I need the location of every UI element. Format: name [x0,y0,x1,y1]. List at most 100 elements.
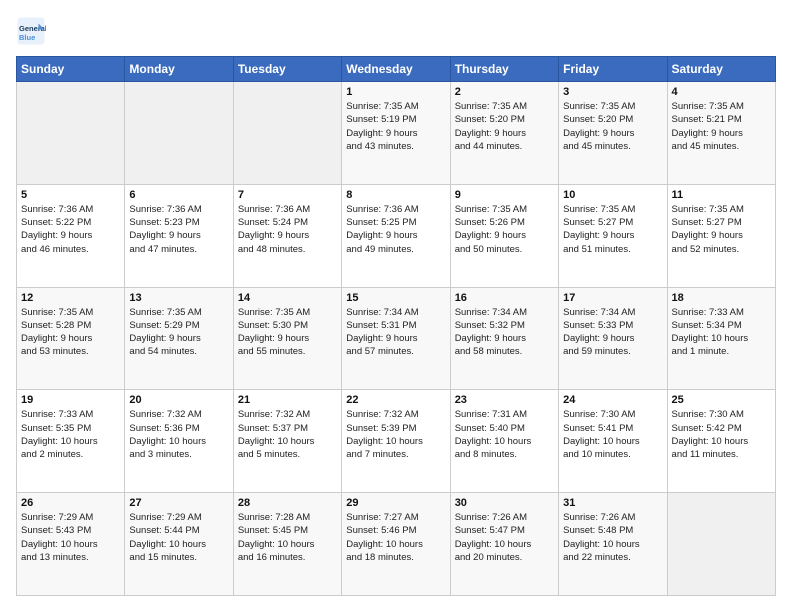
cell-content: Sunrise: 7:35 AM Sunset: 5:20 PM Dayligh… [563,100,662,153]
calendar-cell: 27 Sunrise: 7:29 AM Sunset: 5:44 PM Dayli… [125,493,233,596]
cell-date: 6 [129,189,228,201]
cell-content: Sunrise: 7:29 AM Sunset: 5:44 PM Dayligh… [129,511,228,564]
page: General Blue SundayMondayTuesdayWednesda… [0,0,792,612]
cell-date: 28 [238,497,337,509]
week-row-3: 19 Sunrise: 7:33 AM Sunset: 5:35 PM Dayli… [17,390,776,493]
calendar-cell: 19 Sunrise: 7:33 AM Sunset: 5:35 PM Dayli… [17,390,125,493]
cell-content: Sunrise: 7:35 AM Sunset: 5:26 PM Dayligh… [455,203,554,256]
cell-date: 14 [238,292,337,304]
svg-text:Blue: Blue [19,33,35,42]
cell-date: 30 [455,497,554,509]
calendar-cell: 3 Sunrise: 7:35 AM Sunset: 5:20 PM Daylig… [559,82,667,185]
calendar-header-row: SundayMondayTuesdayWednesdayThursdayFrid… [17,57,776,82]
cell-content: Sunrise: 7:34 AM Sunset: 5:32 PM Dayligh… [455,306,554,359]
cell-date: 27 [129,497,228,509]
cell-date: 22 [346,394,445,406]
cell-date: 18 [672,292,771,304]
cell-date: 8 [346,189,445,201]
cell-date: 13 [129,292,228,304]
cell-content: Sunrise: 7:30 AM Sunset: 5:41 PM Dayligh… [563,408,662,461]
cell-content: Sunrise: 7:30 AM Sunset: 5:42 PM Dayligh… [672,408,771,461]
cell-content: Sunrise: 7:36 AM Sunset: 5:24 PM Dayligh… [238,203,337,256]
cell-date: 19 [21,394,120,406]
calendar-cell: 7 Sunrise: 7:36 AM Sunset: 5:24 PM Daylig… [233,184,341,287]
cell-date: 4 [672,86,771,98]
cell-content: Sunrise: 7:35 AM Sunset: 5:30 PM Dayligh… [238,306,337,359]
day-header-thursday: Thursday [450,57,558,82]
cell-content: Sunrise: 7:28 AM Sunset: 5:45 PM Dayligh… [238,511,337,564]
calendar-cell: 28 Sunrise: 7:28 AM Sunset: 5:45 PM Dayli… [233,493,341,596]
cell-date: 21 [238,394,337,406]
day-header-tuesday: Tuesday [233,57,341,82]
day-header-monday: Monday [125,57,233,82]
cell-date: 7 [238,189,337,201]
cell-content: Sunrise: 7:33 AM Sunset: 5:35 PM Dayligh… [21,408,120,461]
cell-date: 3 [563,86,662,98]
cell-date: 20 [129,394,228,406]
calendar-cell: 21 Sunrise: 7:32 AM Sunset: 5:37 PM Dayli… [233,390,341,493]
day-header-sunday: Sunday [17,57,125,82]
cell-content: Sunrise: 7:36 AM Sunset: 5:25 PM Dayligh… [346,203,445,256]
cell-content: Sunrise: 7:26 AM Sunset: 5:47 PM Dayligh… [455,511,554,564]
cell-content: Sunrise: 7:26 AM Sunset: 5:48 PM Dayligh… [563,511,662,564]
logo-icon: General Blue [16,16,46,46]
cell-date: 25 [672,394,771,406]
week-row-1: 5 Sunrise: 7:36 AM Sunset: 5:22 PM Daylig… [17,184,776,287]
cell-content: Sunrise: 7:35 AM Sunset: 5:27 PM Dayligh… [672,203,771,256]
calendar-cell: 24 Sunrise: 7:30 AM Sunset: 5:41 PM Dayli… [559,390,667,493]
calendar-cell: 17Sunrise: 7:34 AM Sunset: 5:33 PM Dayli… [559,287,667,390]
cell-date: 16 [455,292,554,304]
day-header-wednesday: Wednesday [342,57,450,82]
day-header-saturday: Saturday [667,57,775,82]
calendar-cell: 29 Sunrise: 7:27 AM Sunset: 5:46 PM Dayli… [342,493,450,596]
cell-date: 2 [455,86,554,98]
calendar-cell: 9 Sunrise: 7:35 AM Sunset: 5:26 PM Daylig… [450,184,558,287]
calendar-cell: 14 Sunrise: 7:35 AM Sunset: 5:30 PM Dayli… [233,287,341,390]
calendar-cell: 20 Sunrise: 7:32 AM Sunset: 5:36 PM Dayli… [125,390,233,493]
cell-content: Sunrise: 7:36 AM Sunset: 5:22 PM Dayligh… [21,203,120,256]
calendar-table: SundayMondayTuesdayWednesdayThursdayFrid… [16,56,776,596]
cell-date: 12 [21,292,120,304]
cell-date: 9 [455,189,554,201]
day-header-friday: Friday [559,57,667,82]
calendar-cell: 1 Sunrise: 7:35 AM Sunset: 5:19 PM Daylig… [342,82,450,185]
cell-date: 10 [563,189,662,201]
cell-date: 26 [21,497,120,509]
calendar-cell: 16 Sunrise: 7:34 AM Sunset: 5:32 PM Dayli… [450,287,558,390]
calendar-cell: 22 Sunrise: 7:32 AM Sunset: 5:39 PM Dayli… [342,390,450,493]
cell-content: Sunrise: 7:32 AM Sunset: 5:39 PM Dayligh… [346,408,445,461]
cell-content: Sunrise: 7:35 AM Sunset: 5:19 PM Dayligh… [346,100,445,153]
week-row-0: 1 Sunrise: 7:35 AM Sunset: 5:19 PM Daylig… [17,82,776,185]
calendar-cell: 4 Sunrise: 7:35 AM Sunset: 5:21 PM Daylig… [667,82,775,185]
cell-date: 24 [563,394,662,406]
calendar-cell: 11Sunrise: 7:35 AM Sunset: 5:27 PM Dayli… [667,184,775,287]
cell-content: Sunrise: 7:35 AM Sunset: 5:27 PM Dayligh… [563,203,662,256]
cell-date: 23 [455,394,554,406]
cell-date: 29 [346,497,445,509]
cell-content: Sunrise: 7:29 AM Sunset: 5:43 PM Dayligh… [21,511,120,564]
cell-date: 5 [21,189,120,201]
cell-date: 1 [346,86,445,98]
cell-content: Sunrise: 7:31 AM Sunset: 5:40 PM Dayligh… [455,408,554,461]
calendar-cell: 26 Sunrise: 7:29 AM Sunset: 5:43 PM Dayli… [17,493,125,596]
cell-content: Sunrise: 7:27 AM Sunset: 5:46 PM Dayligh… [346,511,445,564]
cell-content: Sunrise: 7:32 AM Sunset: 5:36 PM Dayligh… [129,408,228,461]
cell-date: 15 [346,292,445,304]
header: General Blue [16,16,776,46]
calendar-cell: 23 Sunrise: 7:31 AM Sunset: 5:40 PM Dayli… [450,390,558,493]
cell-content: Sunrise: 7:36 AM Sunset: 5:23 PM Dayligh… [129,203,228,256]
week-row-4: 26 Sunrise: 7:29 AM Sunset: 5:43 PM Dayli… [17,493,776,596]
cell-content: Sunrise: 7:35 AM Sunset: 5:20 PM Dayligh… [455,100,554,153]
calendar-cell: 5 Sunrise: 7:36 AM Sunset: 5:22 PM Daylig… [17,184,125,287]
calendar-cell: 10 Sunrise: 7:35 AM Sunset: 5:27 PM Dayli… [559,184,667,287]
calendar-cell: 13Sunrise: 7:35 AM Sunset: 5:29 PM Dayli… [125,287,233,390]
calendar-cell [17,82,125,185]
calendar-cell [125,82,233,185]
cell-content: Sunrise: 7:35 AM Sunset: 5:28 PM Dayligh… [21,306,120,359]
calendar-cell: 31Sunrise: 7:26 AM Sunset: 5:48 PM Dayli… [559,493,667,596]
cell-content: Sunrise: 7:33 AM Sunset: 5:34 PM Dayligh… [672,306,771,359]
cell-content: Sunrise: 7:35 AM Sunset: 5:21 PM Dayligh… [672,100,771,153]
calendar-cell: 18 Sunrise: 7:33 AM Sunset: 5:34 PM Dayli… [667,287,775,390]
cell-content: Sunrise: 7:32 AM Sunset: 5:37 PM Dayligh… [238,408,337,461]
calendar-cell: 25 Sunrise: 7:30 AM Sunset: 5:42 PM Dayli… [667,390,775,493]
